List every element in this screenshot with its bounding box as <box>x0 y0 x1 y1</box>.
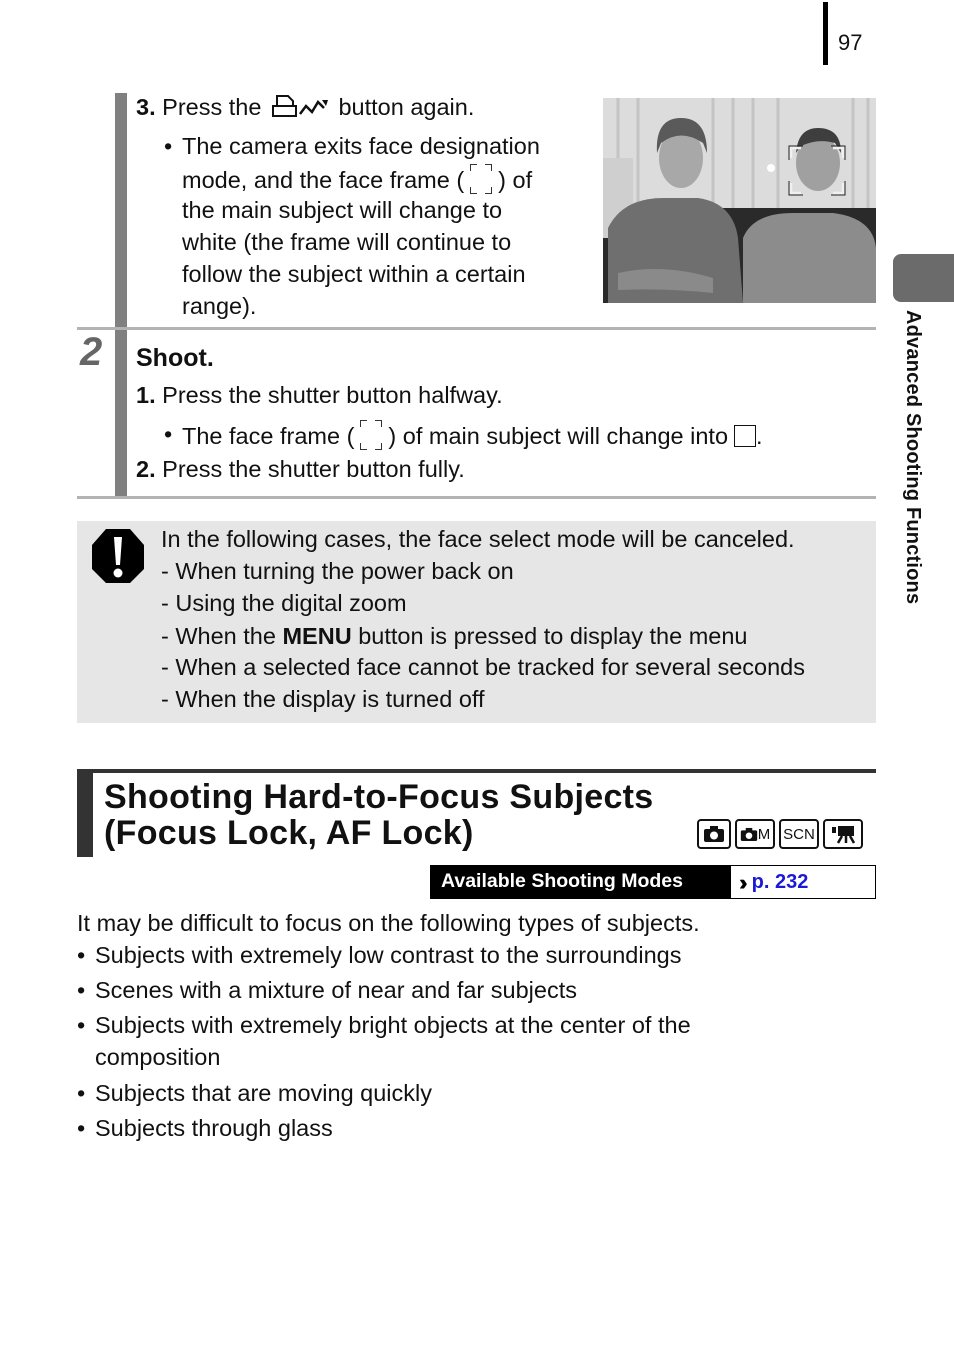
caution-box: In the following cases, the face select … <box>77 521 876 723</box>
bullet-line: follow the subject within a certain <box>182 261 526 287</box>
substep-number: 1. <box>136 382 156 408</box>
section-title: Shooting Hard-to-Focus Subjects (Focus L… <box>104 779 654 851</box>
double-chevron-icon: ›› <box>739 869 747 895</box>
substep-text: button again. <box>338 94 475 120</box>
caution-intro: In the following cases, the face select … <box>161 526 795 552</box>
bullet-dot: • <box>77 1012 86 1038</box>
substep-text: Press the shutter button fully. <box>162 456 465 482</box>
step-title: Shoot. <box>136 344 214 372</box>
caution-item: - When the display is turned off <box>161 686 485 712</box>
focus-square-icon <box>734 425 757 447</box>
substep-text: Press the shutter button halfway. <box>162 382 503 408</box>
substep-text: Press the <box>162 94 262 120</box>
bullet-dot: • <box>77 1115 86 1141</box>
page-number: 97 <box>838 30 863 55</box>
caution-item: - When the MENU button is pressed to dis… <box>161 623 748 649</box>
page-number-bar <box>823 2 828 65</box>
text: Using the digital zoom <box>175 590 407 616</box>
bullet-line: white (the frame will continue to <box>182 229 512 255</box>
bullet-dot: • <box>164 133 173 159</box>
body-bullet: Scenes with a mixture of near and far su… <box>95 977 577 1003</box>
substep-1: 1. Press the shutter button halfway. <box>136 379 503 411</box>
substep-number: 2. <box>136 456 156 482</box>
body-bullet: Subjects with extremely low contrast to … <box>95 942 682 968</box>
bullet-dot: • <box>77 1080 86 1106</box>
available-modes-label: Available Shooting Modes <box>431 866 731 898</box>
text: When a selected face cannot be tracked f… <box>175 654 805 680</box>
bullet-line: range). <box>182 293 257 319</box>
caution-item: - Using the digital zoom <box>161 590 407 616</box>
mode-icons: M SCN <box>697 819 863 849</box>
body-intro: It may be difficult to focus on the foll… <box>77 910 700 936</box>
bullet-dot: • <box>77 942 86 968</box>
step-bar <box>115 93 127 329</box>
mode-label: M <box>757 825 771 843</box>
caution-item: - When turning the power back on <box>161 558 514 584</box>
section-title-line: (Focus Lock, AF Lock) <box>104 814 474 852</box>
text: mode, and the face frame ( <box>182 167 465 193</box>
bullet-dot: • <box>164 421 173 447</box>
step-divider <box>77 496 876 499</box>
text: When turning the power back on <box>175 558 514 584</box>
camera-auto-icon <box>697 819 731 849</box>
text: When the display is turned off <box>175 686 485 712</box>
bullet-line: The camera exits face designation <box>182 133 540 159</box>
face-frame-icon <box>356 418 386 452</box>
text: When the <box>175 623 276 649</box>
body-bullet: Subjects through glass <box>95 1115 333 1141</box>
text: ) of <box>498 167 533 193</box>
caution-icon <box>92 529 144 583</box>
page-reference-link[interactable]: ›› p. 232 <box>731 866 808 898</box>
body-bullet: Subjects with extremely bright objects a… <box>95 1012 691 1038</box>
available-modes-bar: Available Shooting Modes ›› p. 232 <box>430 865 876 899</box>
mode-label: SCN <box>783 825 815 843</box>
section-bar <box>77 773 93 857</box>
bullet-dot: • <box>77 977 86 1003</box>
text: ) of main subject will change into <box>388 423 729 449</box>
body-bullet: Subjects that are moving quickly <box>95 1080 432 1106</box>
movie-icon <box>823 819 863 849</box>
menu-button-label: MENU <box>282 623 352 649</box>
scene-icon: SCN <box>779 819 819 849</box>
substep-2: 2. Press the shutter button fully. <box>136 453 465 485</box>
page-reference[interactable]: p. 232 <box>752 867 809 898</box>
text: The face frame ( <box>182 423 355 449</box>
bullet-line: The face frame ( ) of main subject will c… <box>182 418 763 452</box>
body-bullet-continued: composition <box>95 1044 221 1070</box>
camera-manual-icon: M <box>735 819 775 849</box>
example-photo <box>603 98 876 303</box>
caution-item: - When a selected face cannot be tracked… <box>161 654 805 680</box>
section-title-line: Shooting Hard-to-Focus Subjects <box>104 778 654 816</box>
substep-3: 3. Press the button again. <box>136 91 474 123</box>
text: . <box>756 423 763 449</box>
face-frame-icon <box>466 162 496 196</box>
substep-number: 3. <box>136 94 156 120</box>
chapter-tab-label: Advanced Shooting Functions <box>902 310 924 605</box>
step-bar <box>115 330 127 497</box>
bullet-line: mode, and the face frame ( ) of <box>182 162 532 196</box>
section-header: Shooting Hard-to-Focus Subjects (Focus L… <box>77 769 876 861</box>
bullet-line: the main subject will change to <box>182 197 503 223</box>
print-share-icon <box>271 95 328 117</box>
chapter-tab <box>893 254 954 302</box>
text: button is pressed to display the menu <box>358 623 748 649</box>
